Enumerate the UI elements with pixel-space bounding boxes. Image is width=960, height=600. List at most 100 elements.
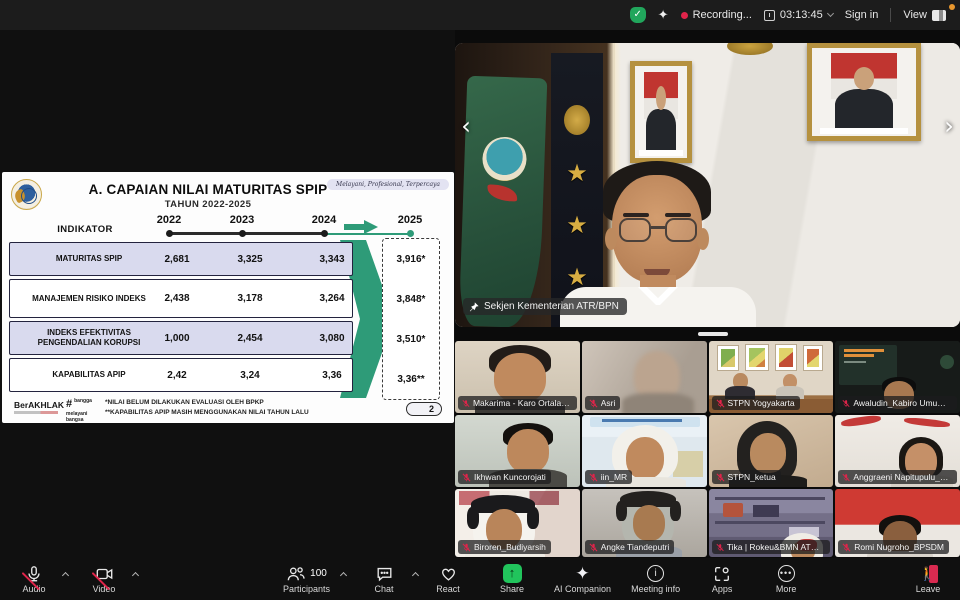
meeting-timer[interactable]: 03:13:45	[764, 9, 833, 21]
cell-2022: 2,42	[141, 359, 213, 391]
mic-muted-icon	[462, 399, 470, 408]
ai-sparkle-icon[interactable]: ✦	[658, 7, 669, 23]
ai-companion-button[interactable]: ✦ AI Companion	[554, 564, 611, 594]
view-label: View	[903, 9, 927, 21]
participant-name-badge: Asri	[585, 396, 621, 410]
ai-companion-label: AI Companion	[554, 584, 611, 594]
camera-active-dot	[949, 4, 955, 10]
video-strip	[455, 327, 960, 341]
video-resize-handle[interactable]	[698, 332, 728, 336]
participant-name: Tika | Rokeu&BMN ATRBPN	[727, 542, 826, 552]
participant-tile[interactable]: Makarima - Karo Ortala & MR	[455, 341, 580, 413]
audio-button[interactable]: Audio	[12, 564, 56, 594]
mic-muted-icon	[25, 564, 43, 583]
hashtag-word: bangsa	[66, 417, 84, 423]
sign-in-button[interactable]: Sign in	[845, 9, 879, 21]
participant-name-badge: Romi Nugroho_BPSDM	[838, 540, 949, 554]
participant-name: Makarima - Karo Ortala & MR	[473, 398, 572, 408]
page-number-badge: 2	[406, 402, 442, 416]
more-icon: •••	[778, 565, 795, 582]
participants-button[interactable]: 100 Participants	[283, 564, 330, 594]
participant-name: Biroren_Budiyarsih	[474, 542, 546, 552]
participants-menu-caret[interactable]	[340, 572, 347, 579]
view-layout-icon	[932, 10, 946, 21]
mic-muted-icon	[716, 399, 725, 408]
cell-2023: 3,24	[214, 359, 286, 391]
participant-tile[interactable]: Biroren_Budiyarsih	[455, 489, 580, 557]
control-bar: Audio Video 100	[0, 558, 960, 600]
heart-icon	[439, 564, 458, 583]
participant-tile[interactable]: STPN_ketua	[709, 415, 834, 487]
chat-label: Chat	[375, 584, 394, 594]
meeting-info-button[interactable]: i Meeting info	[631, 564, 680, 594]
share-button[interactable]: ↑ Share	[490, 564, 534, 594]
mic-muted-icon	[462, 473, 471, 482]
mic-muted-icon	[842, 473, 850, 482]
video-menu-caret[interactable]	[132, 572, 139, 579]
presentation-slide: A. CAPAIAN NILAI MATURITAS SPIP TAHUN 20…	[2, 172, 454, 423]
gallery-next-button[interactable]: ›	[940, 108, 958, 144]
participant-tile[interactable]: Awaludin_Kabiro Umum da...	[835, 341, 960, 413]
participant-name: STPN_ketua	[728, 472, 776, 482]
cell-2022: 2,438	[141, 280, 213, 317]
privacy-shield-icon[interactable]: ✓	[630, 7, 646, 23]
participant-tile[interactable]: Romi Nugroho_BPSDM	[835, 489, 960, 557]
view-button[interactable]: View	[903, 9, 946, 21]
gallery-prev-button[interactable]: ‹	[457, 108, 475, 144]
indicator-header: INDIKATOR	[30, 224, 140, 235]
mic-muted-icon	[842, 543, 851, 552]
participant-tile[interactable]: Ikhwan Kuncorojati	[455, 415, 580, 487]
shared-screen-panel: A. CAPAIAN NILAI MATURITAS SPIP TAHUN 20…	[0, 30, 455, 558]
president-portrait	[630, 61, 692, 163]
flag-star: ★	[551, 265, 603, 289]
mic-muted-icon	[462, 543, 471, 552]
more-label: More	[776, 584, 797, 594]
zoom-meeting-window: ✓ ✦ Recording... 03:13:45 Sign in View A…	[0, 0, 960, 600]
more-button[interactable]: ••• More	[764, 564, 808, 594]
camera-muted-icon	[95, 564, 114, 583]
bangga-melayani-logo: # bangga melayani bangsa	[66, 398, 92, 423]
participants-label: Participants	[283, 584, 330, 594]
slide-notes: *NILAI BELUM DILAKUKAN EVALUASI OLEH BPK…	[105, 398, 309, 418]
participant-name: Anggraeni Napitupulu_PTPP	[853, 472, 952, 482]
participant-name: Asri	[601, 398, 616, 408]
chat-icon	[375, 564, 394, 583]
mic-muted-icon	[716, 473, 725, 482]
participant-name-badge: Angke Tiandeputri	[585, 540, 675, 554]
cell-2024: 3,343	[296, 243, 368, 275]
mic-muted-icon	[716, 543, 724, 552]
chat-button[interactable]: Chat	[362, 564, 406, 594]
pin-icon	[469, 302, 479, 312]
cell-2022: 2,681	[141, 243, 213, 275]
participant-tile[interactable]: Anggraeni Napitupulu_PTPP	[835, 415, 960, 487]
recording-dot-icon	[681, 12, 688, 19]
motto-badge: Melayani, Profesional, Terpercaya	[327, 179, 449, 190]
chevron-down-icon	[827, 10, 834, 17]
recording-indicator[interactable]: Recording...	[681, 9, 752, 21]
audio-menu-caret[interactable]	[62, 572, 69, 579]
participant-tile[interactable]: STPN Yogyakarta	[709, 341, 834, 413]
speaker-ear	[697, 228, 709, 250]
react-button[interactable]: React	[426, 564, 470, 594]
table-row: MATURITAS SPIP 2,681 3,325 3,343	[9, 242, 353, 276]
participant-name-badge: Biroren_Budiyarsih	[458, 540, 551, 554]
participant-tile[interactable]: Angke Tiandeputri	[582, 489, 707, 557]
timeline-dot	[321, 230, 328, 237]
year-label-2022: 2022	[139, 214, 199, 226]
leave-button[interactable]: 🚶 Leave	[906, 564, 950, 594]
participant-tile[interactable]: Tika | Rokeu&BMN ATRBPN	[709, 489, 834, 557]
apps-button[interactable]: Apps	[700, 564, 744, 594]
video-button[interactable]: Video	[82, 564, 126, 594]
participant-name: iin_MR	[601, 472, 627, 482]
cell-2023: 3,178	[214, 280, 286, 317]
react-label: React	[436, 584, 460, 594]
share-screen-icon: ↑	[503, 564, 522, 583]
meeting-info-label: Meeting info	[631, 584, 680, 594]
participant-tile[interactable]: Asri	[582, 341, 707, 413]
chat-menu-caret[interactable]	[412, 572, 419, 579]
participant-tile[interactable]: iin_MR	[582, 415, 707, 487]
main-speaker-video[interactable]: ★ ★ ★ Sekjen Kementerian ATR/BPN	[455, 43, 960, 327]
dark-flag: ★ ★ ★	[551, 53, 603, 327]
cell-2023: 3,325	[214, 243, 286, 275]
participant-name-badge: Makarima - Karo Ortala & MR	[458, 396, 577, 410]
